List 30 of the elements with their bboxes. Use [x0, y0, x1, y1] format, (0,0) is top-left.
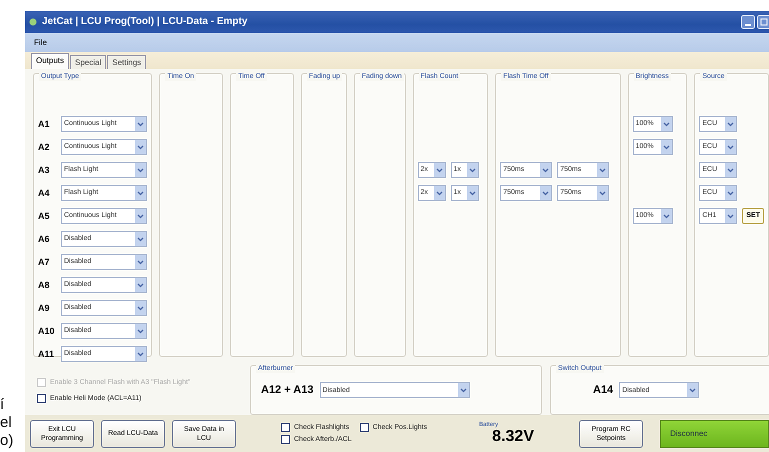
output-label: A5 [38, 210, 51, 221]
output-label: A14 [593, 384, 614, 396]
output-label: A8 [38, 280, 51, 290]
partial-text: í [0, 396, 4, 414]
partial-text: o) [0, 432, 14, 450]
output-label: A3 [38, 164, 51, 175]
output-label: A2 [38, 142, 51, 152]
checkbox[interactable] [37, 394, 46, 403]
output-label: A4 [38, 188, 51, 198]
output-label: A11 [38, 348, 56, 359]
checkbox[interactable] [360, 423, 369, 432]
tab[interactable]: Settings [107, 55, 146, 70]
disconnect-button[interactable]: Disconnec [660, 420, 769, 448]
tab[interactable]: Special [70, 55, 106, 70]
output-label: A7 [38, 256, 51, 267]
output-label: A10 [38, 326, 56, 336]
checkbox[interactable] [281, 423, 290, 432]
output-label: A9 [38, 302, 51, 313]
output-label: A1 [38, 118, 51, 129]
menu-item[interactable]: File [34, 38, 47, 47]
window-title: JetCat | LCU Prog(Tool) | LCU-Data - Empty [42, 16, 248, 28]
minimize-icon[interactable] [741, 14, 755, 29]
checkbox[interactable] [281, 435, 290, 444]
partial-text: el [0, 414, 12, 432]
app-icon [29, 18, 37, 26]
restore-icon[interactable] [757, 14, 769, 29]
output-label: A6 [38, 234, 51, 244]
tab[interactable]: Outputs [31, 53, 70, 70]
battery-voltage: 8.32V [491, 428, 535, 446]
output-label: A12 + A13 [261, 384, 314, 396]
